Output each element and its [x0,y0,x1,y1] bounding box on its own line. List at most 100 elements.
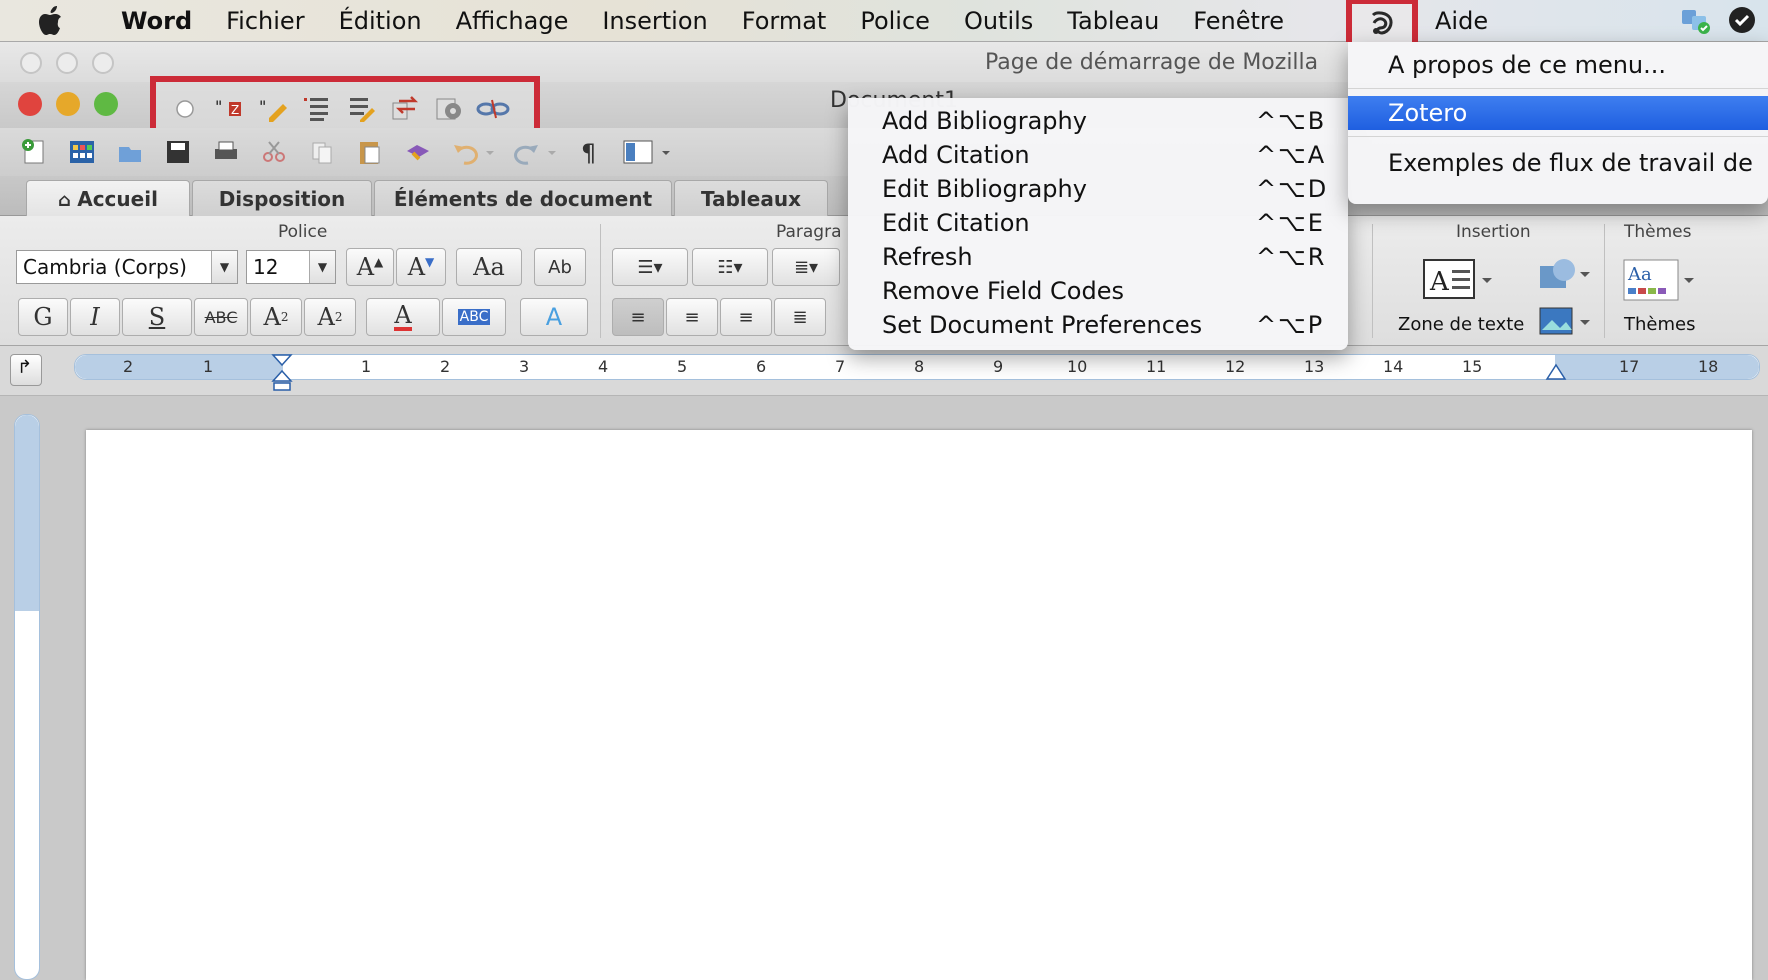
change-case-button[interactable]: Aa [456,248,522,286]
menu-fenetre[interactable]: Fenêtre [1176,0,1301,42]
inactive-close-dot[interactable] [20,52,42,74]
font-name-value: Cambria (Corps) [23,255,187,279]
copy-icon[interactable] [302,134,342,170]
highlight-button[interactable]: ABC [442,298,506,336]
themes-button[interactable]: Aa Thèmes [1614,256,1734,342]
refresh-icon[interactable] [388,93,422,125]
add-bibliography-icon[interactable] [300,93,334,125]
menu-edition[interactable]: Édition [322,0,439,42]
gallery-icon[interactable] [62,134,102,170]
menu-item-about[interactable]: A propos de ce menu... [1348,48,1768,82]
menu-item-zotero[interactable]: Zotero [1348,96,1768,130]
menu-item-shortcut: ^⌥P [1256,311,1325,339]
inactive-zoom-dot[interactable] [92,52,114,74]
edit-bibliography-icon[interactable] [344,93,378,125]
menu-item-remove-field-codes[interactable]: Remove Field Codes [848,274,1348,308]
tab-disposition[interactable]: Disposition [192,180,372,216]
underline-button[interactable]: S [122,298,192,336]
numbering-button[interactable]: ☷▾ [692,248,768,286]
strikethrough-button[interactable]: ABC [194,298,248,336]
menu-app-name[interactable]: Word [104,0,209,42]
close-button[interactable] [18,92,42,116]
shapes-icon[interactable] [1536,256,1594,300]
menu-item-refresh[interactable]: Refresh ^⌥R [848,240,1348,274]
first-line-indent-marker[interactable] [271,353,293,397]
shrink-font-button[interactable]: A▼ [396,248,446,286]
menu-fichier[interactable]: Fichier [209,0,321,42]
themes-icon: Aa [1620,256,1700,306]
clear-formatting-button[interactable]: Ab [534,248,586,286]
menu-police[interactable]: Police [843,0,947,42]
save-icon[interactable] [158,134,198,170]
cut-icon[interactable] [254,134,294,170]
font-color-button[interactable]: A [366,298,440,336]
align-left-button[interactable]: ≡ [612,298,664,336]
bold-button[interactable]: G [18,298,68,336]
edit-citation-icon[interactable]: " [256,93,290,125]
right-indent-marker[interactable] [1545,359,1567,385]
tab-tableaux[interactable]: Tableaux [674,180,828,216]
italic-button[interactable]: I [70,298,120,336]
menu-separator [1348,136,1768,137]
tab-stop-selector[interactable]: ↱ [10,354,42,386]
add-citation-icon[interactable]: " Z [212,93,246,125]
subscript-button[interactable]: A2 [304,298,356,336]
document-preferences-icon[interactable] [432,93,466,125]
grow-font-button[interactable]: A▲ [346,248,394,286]
ruler-mark: 15 [1462,357,1483,376]
menu-item-examples[interactable]: Exemples de flux de travail de [1348,146,1768,180]
font-size-select[interactable]: 12 ▼ [246,250,336,284]
menu-outils[interactable]: Outils [947,0,1050,42]
change-case-icon: Aa [473,253,505,281]
multilevel-list-button[interactable]: ≣▾ [772,248,840,286]
menu-tableau[interactable]: Tableau [1050,0,1176,42]
menu-item-add-citation[interactable]: Add Citation ^⌥A [848,138,1348,172]
sidebar-view-icon[interactable] [618,134,674,170]
menu-item-add-bibliography[interactable]: Add Bibliography ^⌥B [848,104,1348,138]
redo-icon[interactable] [508,134,562,170]
subscript-label: A [317,303,335,331]
window-controls [18,92,118,116]
font-name-select[interactable]: Cambria (Corps) ▼ [16,250,238,284]
vertical-ruler[interactable] [14,414,40,980]
tab-elements-document[interactable]: Éléments de document [374,180,672,216]
font-size-chevron-down-icon[interactable]: ▼ [309,251,335,283]
picture-icon[interactable] [1536,304,1594,344]
font-name-chevron-down-icon[interactable]: ▼ [211,251,237,283]
sync-status-icon[interactable] [1678,4,1712,42]
print-icon[interactable] [206,134,246,170]
unlink-citations-icon[interactable] [476,93,510,125]
document-page[interactable] [86,430,1752,980]
paste-icon[interactable] [350,134,390,170]
messenger-status-icon[interactable] [1726,4,1758,42]
format-painter-icon[interactable] [398,134,438,170]
menu-aide[interactable]: Aide [1418,0,1505,42]
zoom-button[interactable] [94,92,118,116]
menu-format[interactable]: Format [725,0,844,42]
text-box-button[interactable]: A Zone de texte [1390,256,1524,342]
inactive-minimize-dot[interactable] [56,52,78,74]
undo-icon[interactable] [446,134,500,170]
menu-item-label: Remove Field Codes [882,277,1124,305]
new-document-icon[interactable] [14,134,54,170]
menu-item-edit-citation[interactable]: Edit Citation ^⌥E [848,206,1348,240]
multilevel-icon: ≣▾ [793,256,819,278]
menu-affichage[interactable]: Affichage [439,0,586,42]
align-center-button[interactable]: ≡ [666,298,718,336]
justify-button[interactable]: ≣ [774,298,826,336]
paragraph-marks-icon[interactable]: ¶ [570,134,610,170]
open-icon[interactable] [110,134,150,170]
menu-item-set-document-preferences[interactable]: Set Document Preferences ^⌥P [848,308,1348,342]
superscript-button[interactable]: A2 [250,298,302,336]
apple-menu-icon[interactable] [0,5,104,37]
menu-item-edit-bibliography[interactable]: Edit Bibliography ^⌥D [848,172,1348,206]
text-effects-button[interactable]: A [520,298,588,336]
horizontal-ruler[interactable]: 2 1 1 2 3 4 5 6 7 8 9 10 11 12 13 14 15 … [74,354,1760,391]
tab-stop-icon: ↱ [17,357,33,378]
bullets-button[interactable]: ☰▾ [612,248,688,286]
menu-insertion[interactable]: Insertion [585,0,724,42]
align-right-button[interactable]: ≡ [720,298,772,336]
minimize-button[interactable] [56,92,80,116]
tab-accueil[interactable]: ⌂ Accueil [26,180,190,216]
toolbar-handle-icon[interactable] [168,93,202,125]
